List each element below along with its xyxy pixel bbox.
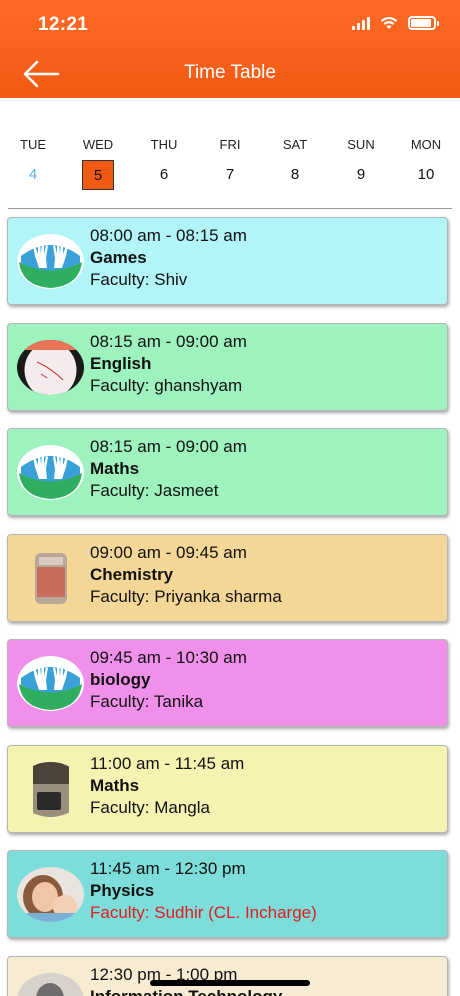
faculty-photo-avatar [17,339,84,395]
class-details: 11:45 am - 12:30 pm Physics Faculty: Sudhi… [90,858,441,924]
class-card[interactable]: 11:00 am - 11:45 am Maths Faculty: Mangla [7,744,448,833]
class-faculty: Faculty: Jasmeet [90,481,219,500]
day-name: THU [150,137,178,152]
class-details: 09:00 am - 09:45 am Chemistry Faculty: Pri… [90,542,441,608]
class-subject: biology [90,670,151,689]
day-date: 7 [225,166,235,183]
class-details: 11:00 am - 11:45 am Maths Faculty: Mangla [90,753,441,819]
class-faculty: Faculty: Sudhir (CL. Incharge) [90,903,317,922]
class-subject: Maths [90,775,140,795]
class-card[interactable]: 12:30 pm - 1:00 pm Information Technology [7,955,448,996]
class-subject: Maths [90,459,140,478]
class-card[interactable]: 08:00 am - 08:15 am Games Faculty: Shiv [7,217,448,305]
class-card[interactable]: 09:00 am - 09:45 am Chemistry Faculty: Pri… [7,533,448,622]
class-time: 11:45 am - 12:30 pm [90,859,246,878]
class-time: 08:15 am - 09:00 am [90,331,247,351]
class-time: 09:45 am - 10:30 am [90,648,247,667]
day-name: WED [82,137,114,152]
faculty-photo-avatar [17,550,84,606]
class-subject: Information Technology [90,986,283,996]
day-date: 9 [356,166,366,183]
day-name: TUE [20,137,46,152]
class-details: 08:00 am - 08:15 am Games Faculty: Shiv [90,225,441,291]
day-name: MON [410,137,442,152]
week-divider [8,208,452,209]
day-mon[interactable]: MON 10 [398,136,454,190]
cellular-signal-icon [352,16,370,30]
class-card[interactable]: 08:15 am - 09:00 am Maths Faculty: Jasmeet [7,428,448,516]
class-subject: Physics [90,881,155,900]
class-faculty: Faculty: ghanshyam [90,375,243,395]
class-faculty: Faculty: Mangla [90,797,210,817]
faculty-photo-avatar [17,867,84,922]
timetable-screen: 12:21 Time Table TUE 4 WED 5 THU 6 FRI 7 SAT 8 SUN… [0,0,460,996]
class-details: 09:45 am - 10:30 am biology Faculty: Tanik… [90,647,441,713]
day-date: 6 [159,166,169,183]
class-details: 08:15 am - 09:00 am Maths Faculty: Jasmeet [90,436,441,502]
class-time: 11:00 am - 11:45 am [90,753,245,773]
status-time: 12:21 [38,14,89,35]
class-faculty: Faculty: Tanika [90,692,204,711]
class-subject: Chemistry [90,564,174,584]
home-indicator [150,980,310,986]
day-thu[interactable]: THU 6 [136,136,192,190]
faculty-photo-avatar [17,761,84,817]
day-fri[interactable]: FRI 7 [202,136,258,190]
class-subject: English [90,353,152,373]
day-date: 4 [28,166,38,183]
class-time: 09:00 am - 09:45 am [90,542,247,562]
class-time: 08:00 am - 08:15 am [90,226,247,245]
day-tue[interactable]: TUE 4 [5,136,61,190]
class-subject: Games [90,248,147,267]
day-name: SAT [282,137,308,152]
week-date-strip: TUE 4 WED 5 THU 6 FRI 7 SAT 8 SUN 9 MON 10 [0,136,460,192]
class-details: 08:15 am - 09:00 am English Faculty: ghans… [90,331,441,397]
day-sat[interactable]: SAT 8 [267,136,323,190]
day-date: 8 [290,166,300,183]
day-sun[interactable]: SUN 9 [333,136,389,190]
battery-icon [408,16,439,30]
day-name: FRI [219,137,241,152]
class-card[interactable]: 09:45 am - 10:30 am biology Faculty: Tanik… [7,639,448,727]
school-logo-avatar [17,234,84,289]
page-title: Time Table [184,62,276,83]
class-time: 08:15 am - 09:00 am [90,437,247,456]
app-header: 12:21 Time Table [0,0,460,98]
school-logo-avatar [17,445,84,500]
class-faculty: Faculty: Priyanka sharma [90,586,282,606]
wifi-icon [380,16,398,29]
class-faculty: Faculty: Shiv [90,270,188,289]
faculty-photo-avatar [17,972,84,996]
school-logo-avatar [17,656,84,711]
day-name: SUN [347,137,375,152]
day-date: 10 [417,166,435,183]
selected-date: 5 [82,160,114,190]
class-card[interactable]: 08:15 am - 09:00 am English Faculty: ghans… [7,322,448,411]
day-wed[interactable]: WED 5 [70,136,126,190]
status-icons [352,16,439,30]
class-card[interactable]: 11:45 am - 12:30 pm Physics Faculty: Sudhi… [7,850,448,938]
